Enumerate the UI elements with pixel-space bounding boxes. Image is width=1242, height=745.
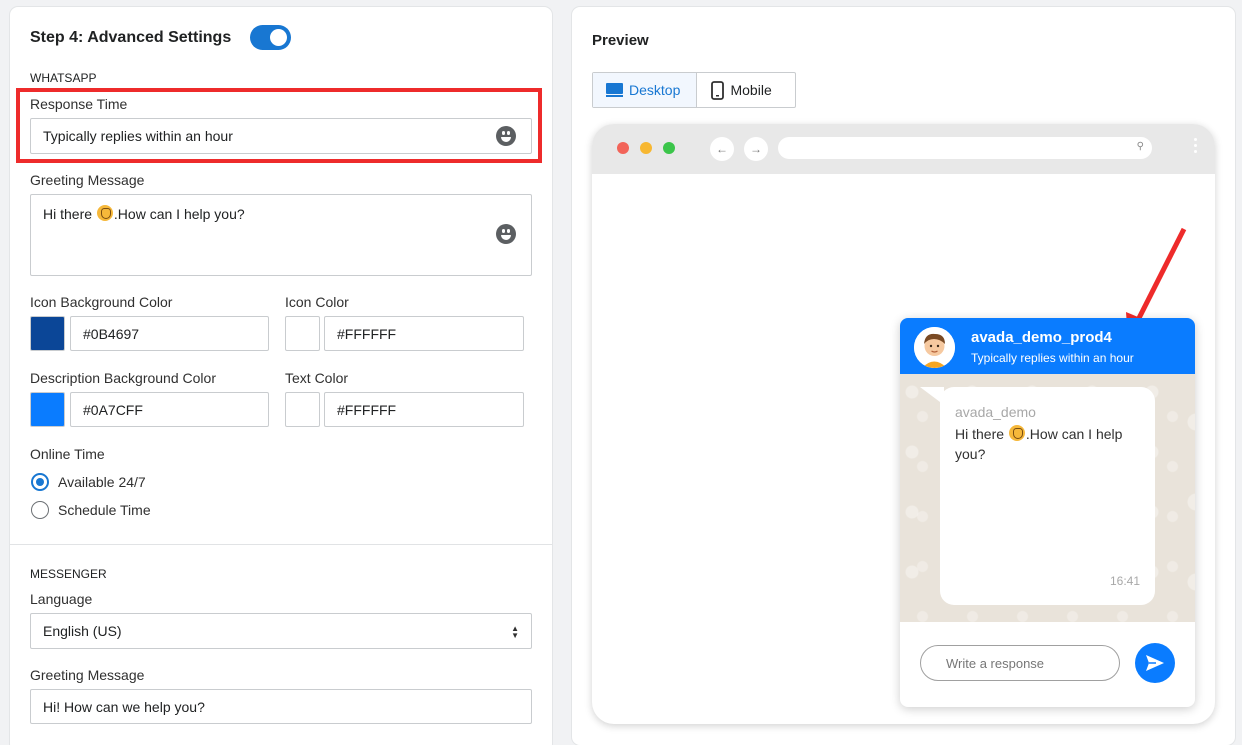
icon-color-input[interactable]: #FFFFFF <box>324 316 524 351</box>
icon-color-label: Icon Color <box>285 294 349 310</box>
back-arrow-icon: ← <box>710 137 734 161</box>
forward-arrow-icon: → <box>744 137 768 161</box>
bubble-sender: avada_demo <box>955 404 1036 420</box>
advanced-settings-panel: Step 4: Advanced Settings WHATSAPP Respo… <box>10 7 552 745</box>
desc-bg-color-swatch[interactable] <box>30 392 65 427</box>
icon-bg-color-swatch[interactable] <box>30 316 65 351</box>
browser-toolbar: ← → ⚲ <box>592 124 1215 174</box>
icon-bg-color-input[interactable]: #0B4697 <box>70 316 269 351</box>
desc-bg-color-input[interactable]: #0A7CFF <box>70 392 269 427</box>
whatsapp-chat-widget: avada_demo_prod4 Typically replies withi… <box>900 318 1195 707</box>
preview-panel: Preview Desktop Mobile ← → ⚲ avada_demo_… <box>572 7 1235 745</box>
desktop-icon <box>606 83 623 97</box>
greeting-message-label: Greeting Message <box>30 172 145 188</box>
device-switcher: Desktop Mobile <box>592 72 796 108</box>
language-value: English (US) <box>43 623 122 639</box>
widget-account-name: avada_demo_prod4 <box>971 329 1112 346</box>
close-dot-icon <box>617 142 629 154</box>
greeting-message-value: Hi there .How can I help you? <box>43 205 245 222</box>
tab-mobile[interactable]: Mobile <box>697 73 795 107</box>
step-title: Step 4: Advanced Settings <box>30 29 232 46</box>
select-arrows-icon: ▲ ▼ <box>511 624 519 640</box>
emoji-picker-icon[interactable] <box>496 224 516 244</box>
browser-mockup: ← → ⚲ avada_demo_prod4 Typically replies… <box>592 124 1215 724</box>
schedule-time-label[interactable]: Schedule Time <box>58 502 151 518</box>
bubble-time: 16:41 <box>1109 574 1140 588</box>
clapping-hands-icon <box>1008 425 1025 441</box>
mobile-icon <box>711 80 725 100</box>
more-menu-icon <box>1194 138 1197 156</box>
bubble-message: Hi there .How can I help you? <box>955 425 1123 462</box>
avatar <box>914 327 955 368</box>
messenger-greeting-input[interactable]: Hi! How can we help you? <box>30 689 532 724</box>
available-24-7-label[interactable]: Available 24/7 <box>58 474 146 490</box>
schedule-time-radio[interactable] <box>31 501 49 519</box>
icon-bg-color-label: Icon Background Color <box>30 294 173 310</box>
language-label: Language <box>30 591 93 607</box>
greeting-message-textarea[interactable]: Hi there .How can I help you? <box>30 194 532 276</box>
text-color-label: Text Color <box>285 370 349 386</box>
search-icon: ⚲ <box>1136 141 1144 152</box>
text-color-input[interactable]: #FFFFFF <box>324 392 524 427</box>
send-icon <box>1146 655 1164 671</box>
preview-title: Preview <box>592 32 649 49</box>
send-button[interactable] <box>1135 643 1175 683</box>
section-divider <box>10 544 552 545</box>
url-bar: ⚲ <box>778 137 1152 159</box>
tab-desktop[interactable]: Desktop <box>593 73 698 107</box>
highlight-box <box>16 88 542 163</box>
language-select[interactable]: English (US) ▲ ▼ <box>30 613 532 649</box>
messenger-greeting-label: Greeting Message <box>30 667 145 683</box>
widget-reply-time: Typically replies within an hour <box>971 351 1134 365</box>
messenger-section-label: MESSENGER <box>30 567 107 581</box>
toggle-knob <box>270 29 287 46</box>
widget-header: avada_demo_prod4 Typically replies withi… <box>900 318 1195 374</box>
greeting-bubble: avada_demo Hi there .How can I help you?… <box>940 387 1155 605</box>
chat-response-input[interactable]: Write a response <box>920 645 1120 681</box>
online-time-label: Online Time <box>30 446 105 462</box>
text-color-swatch[interactable] <box>285 392 320 427</box>
whatsapp-section-label: WHATSAPP <box>30 71 97 85</box>
available-24-7-radio[interactable] <box>31 473 49 491</box>
chat-body: avada_demo Hi there .How can I help you?… <box>900 374 1195 622</box>
maximize-dot-icon <box>663 142 675 154</box>
icon-color-swatch[interactable] <box>285 316 320 351</box>
minimize-dot-icon <box>640 142 652 154</box>
advanced-settings-toggle[interactable] <box>250 25 291 50</box>
clapping-hands-icon <box>96 205 113 221</box>
desc-bg-color-label: Description Background Color <box>30 370 216 386</box>
